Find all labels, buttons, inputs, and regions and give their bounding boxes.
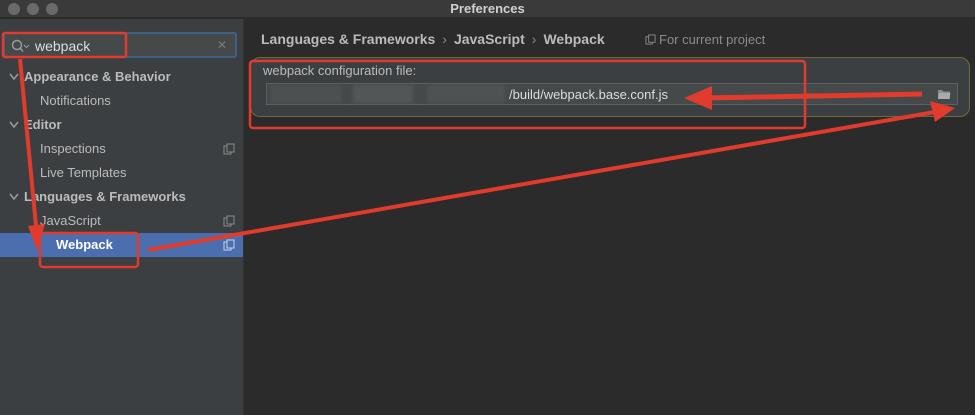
copy-icon bbox=[645, 34, 656, 45]
breadcrumb: Languages & Frameworks › JavaScript › Webpac… bbox=[261, 31, 605, 47]
breadcrumb-item[interactable]: JavaScript bbox=[454, 31, 525, 47]
sidebar-item-label: Webpack bbox=[56, 237, 113, 252]
search-input[interactable]: webpack ✕ bbox=[3, 32, 237, 58]
close-icon[interactable]: ✕ bbox=[217, 38, 227, 52]
sidebar-item-label: JavaScript bbox=[40, 213, 101, 228]
config-file-path: /build/webpack.base.conf.js bbox=[509, 87, 668, 102]
config-file-path-field[interactable]: /build/webpack.base.conf.js bbox=[266, 83, 958, 105]
config-file-label: webpack configuration file: bbox=[263, 63, 417, 78]
redacted-mask bbox=[427, 85, 505, 103]
sidebar-item-label: Appearance & Behavior bbox=[24, 69, 171, 84]
search-query: webpack bbox=[35, 38, 91, 54]
breadcrumb-item: Webpack bbox=[543, 31, 605, 47]
breadcrumb-separator: › bbox=[442, 31, 447, 47]
sidebar-item-label: Live Templates bbox=[40, 165, 127, 180]
sidebar-item-javascript[interactable]: JavaScript bbox=[0, 209, 243, 233]
search-icon bbox=[11, 39, 29, 53]
sidebar-item-appearance-behavior[interactable]: Appearance & Behavior bbox=[0, 65, 243, 89]
sidebar-item-editor[interactable]: Editor bbox=[0, 113, 243, 137]
sidebar-item-label: Editor bbox=[24, 117, 62, 132]
sidebar-item-label: Notifications bbox=[40, 93, 111, 108]
sidebar-item-notifications[interactable]: Notifications bbox=[0, 89, 243, 113]
sidebar-item-label: Inspections bbox=[40, 141, 106, 156]
copy-icon bbox=[223, 143, 235, 155]
webpack-config-panel: webpack configuration file: /build/webpa… bbox=[250, 57, 970, 117]
settings-content: Languages & Frameworks › JavaScript › Webpac… bbox=[245, 19, 975, 415]
sidebar-item-webpack[interactable]: Webpack bbox=[0, 233, 243, 257]
scope-label: For current project bbox=[659, 32, 766, 47]
copy-icon bbox=[223, 239, 235, 251]
redacted-mask bbox=[271, 85, 341, 103]
copy-icon bbox=[223, 215, 235, 227]
scope-note: For current project bbox=[645, 32, 765, 47]
sidebar-item-languages-frameworks[interactable]: Languages & Frameworks bbox=[0, 185, 243, 209]
breadcrumb-item[interactable]: Languages & Frameworks bbox=[261, 31, 435, 47]
sidebar-item-live-templates[interactable]: Live Templates bbox=[0, 161, 243, 185]
chevron-down-icon[interactable] bbox=[8, 65, 20, 89]
sidebar-item-label: Languages & Frameworks bbox=[24, 189, 186, 204]
settings-sidebar: webpack ✕ Appearance & Behavior Notifica… bbox=[0, 19, 244, 415]
redacted-mask bbox=[353, 85, 413, 103]
chevron-down-icon[interactable] bbox=[8, 113, 20, 137]
breadcrumb-separator: › bbox=[531, 31, 537, 47]
sidebar-item-inspections[interactable]: Inspections bbox=[0, 137, 243, 161]
title-bar: Preferences bbox=[0, 0, 975, 18]
window-title: Preferences bbox=[450, 1, 525, 16]
folder-icon[interactable] bbox=[937, 88, 951, 100]
chevron-down-icon[interactable] bbox=[8, 185, 20, 209]
